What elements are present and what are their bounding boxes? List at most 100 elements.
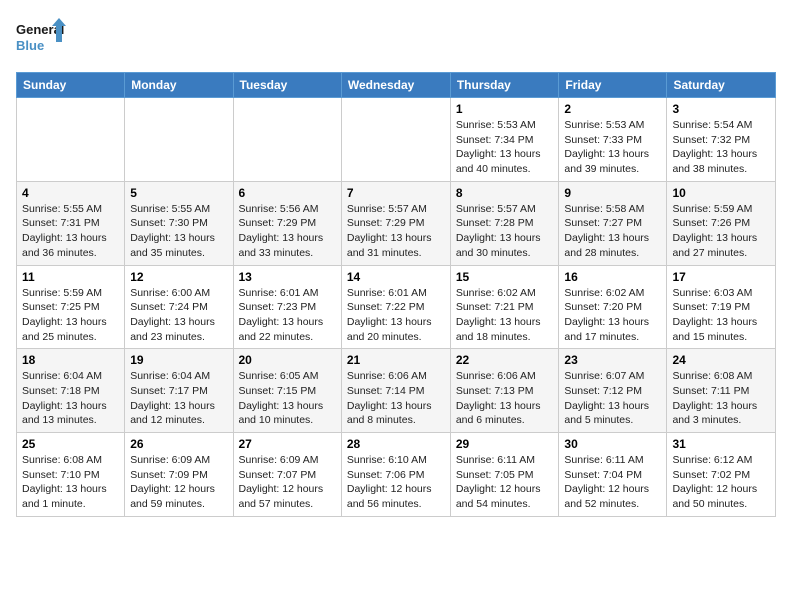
calendar-cell: 3 Sunrise: 5:54 AM Sunset: 7:32 PM Daylig… [667,98,776,182]
calendar-week-4: 18 Sunrise: 6:04 AM Sunset: 7:18 PM Dayli… [17,349,776,433]
day-info: Sunrise: 5:53 AM Sunset: 7:33 PM Dayligh… [564,118,661,177]
day-info: Sunrise: 5:56 AM Sunset: 7:29 PM Dayligh… [239,202,336,261]
day-number: 3 [672,102,770,116]
calendar-cell: 2 Sunrise: 5:53 AM Sunset: 7:33 PM Daylig… [559,98,667,182]
calendar-cell: 21Sunrise: 6:06 AM Sunset: 7:14 PM Dayli… [341,349,450,433]
calendar-cell: 18 Sunrise: 6:04 AM Sunset: 7:18 PM Dayli… [17,349,125,433]
day-info: Sunrise: 6:02 AM Sunset: 7:21 PM Dayligh… [456,286,554,345]
day-info: Sunrise: 6:09 AM Sunset: 7:07 PM Dayligh… [239,453,336,512]
column-header-thursday: Thursday [450,73,559,98]
day-number: 5 [130,186,227,200]
calendar-cell: 6Sunrise: 5:56 AM Sunset: 7:29 PM Daylig… [233,181,341,265]
calendar-cell: 13 Sunrise: 6:01 AM Sunset: 7:23 PM Dayli… [233,265,341,349]
day-info: Sunrise: 6:08 AM Sunset: 7:10 PM Dayligh… [22,453,119,512]
calendar-cell: 19 Sunrise: 6:04 AM Sunset: 7:17 PM Dayli… [125,349,233,433]
day-number: 24 [672,353,770,367]
day-info: Sunrise: 5:59 AM Sunset: 7:26 PM Dayligh… [672,202,770,261]
svg-text:Blue: Blue [16,38,44,53]
calendar-cell: 5Sunrise: 5:55 AM Sunset: 7:30 PM Daylig… [125,181,233,265]
calendar-cell: 15 Sunrise: 6:02 AM Sunset: 7:21 PM Dayli… [450,265,559,349]
day-number: 19 [130,353,227,367]
calendar-cell: 20 Sunrise: 6:05 AM Sunset: 7:15 PM Dayli… [233,349,341,433]
calendar-cell [17,98,125,182]
day-number: 9 [564,186,661,200]
day-info: Sunrise: 6:02 AM Sunset: 7:20 PM Dayligh… [564,286,661,345]
day-number: 15 [456,270,554,284]
calendar-cell: 17Sunrise: 6:03 AM Sunset: 7:19 PM Dayli… [667,265,776,349]
day-number: 21 [347,353,445,367]
day-info: Sunrise: 6:07 AM Sunset: 7:12 PM Dayligh… [564,369,661,428]
day-number: 26 [130,437,227,451]
day-number: 28 [347,437,445,451]
day-number: 2 [564,102,661,116]
day-number: 14 [347,270,445,284]
column-header-sunday: Sunday [17,73,125,98]
calendar-cell: 27 Sunrise: 6:09 AM Sunset: 7:07 PM Dayli… [233,433,341,517]
calendar-cell [233,98,341,182]
calendar-week-2: 4 Sunrise: 5:55 AM Sunset: 7:31 PM Daylig… [17,181,776,265]
calendar-cell: 1 Sunrise: 5:53 AM Sunset: 7:34 PM Daylig… [450,98,559,182]
day-number: 12 [130,270,227,284]
calendar-header-row: SundayMondayTuesdayWednesdayThursdayFrid… [17,73,776,98]
day-info: Sunrise: 6:04 AM Sunset: 7:18 PM Dayligh… [22,369,119,428]
calendar-cell: 28 Sunrise: 6:10 AM Sunset: 7:06 PM Dayli… [341,433,450,517]
day-info: Sunrise: 6:12 AM Sunset: 7:02 PM Dayligh… [672,453,770,512]
day-info: Sunrise: 5:59 AM Sunset: 7:25 PM Dayligh… [22,286,119,345]
day-number: 31 [672,437,770,451]
logo-svg: General Blue [16,16,66,60]
day-info: Sunrise: 5:54 AM Sunset: 7:32 PM Dayligh… [672,118,770,177]
calendar-cell: 30 Sunrise: 6:11 AM Sunset: 7:04 PM Dayli… [559,433,667,517]
column-header-wednesday: Wednesday [341,73,450,98]
page-header: General Blue [16,16,776,60]
calendar-week-1: 1 Sunrise: 5:53 AM Sunset: 7:34 PM Daylig… [17,98,776,182]
day-info: Sunrise: 6:01 AM Sunset: 7:22 PM Dayligh… [347,286,445,345]
day-info: Sunrise: 6:11 AM Sunset: 7:05 PM Dayligh… [456,453,554,512]
day-number: 25 [22,437,119,451]
logo: General Blue [16,16,66,60]
calendar-cell: 31 Sunrise: 6:12 AM Sunset: 7:02 PM Dayli… [667,433,776,517]
calendar-cell: 4 Sunrise: 5:55 AM Sunset: 7:31 PM Daylig… [17,181,125,265]
calendar-cell [125,98,233,182]
calendar-cell [341,98,450,182]
day-number: 18 [22,353,119,367]
day-number: 20 [239,353,336,367]
day-number: 17 [672,270,770,284]
day-info: Sunrise: 5:53 AM Sunset: 7:34 PM Dayligh… [456,118,554,177]
calendar-cell: 16 Sunrise: 6:02 AM Sunset: 7:20 PM Dayli… [559,265,667,349]
calendar-week-5: 25 Sunrise: 6:08 AM Sunset: 7:10 PM Dayli… [17,433,776,517]
day-info: Sunrise: 6:06 AM Sunset: 7:13 PM Dayligh… [456,369,554,428]
calendar-cell: 24 Sunrise: 6:08 AM Sunset: 7:11 PM Dayli… [667,349,776,433]
day-number: 13 [239,270,336,284]
calendar-cell: 11Sunrise: 5:59 AM Sunset: 7:25 PM Dayli… [17,265,125,349]
day-info: Sunrise: 6:08 AM Sunset: 7:11 PM Dayligh… [672,369,770,428]
column-header-saturday: Saturday [667,73,776,98]
column-header-friday: Friday [559,73,667,98]
day-number: 16 [564,270,661,284]
day-number: 7 [347,186,445,200]
day-number: 27 [239,437,336,451]
day-info: Sunrise: 5:55 AM Sunset: 7:31 PM Dayligh… [22,202,119,261]
day-info: Sunrise: 6:00 AM Sunset: 7:24 PM Dayligh… [130,286,227,345]
day-info: Sunrise: 6:05 AM Sunset: 7:15 PM Dayligh… [239,369,336,428]
day-info: Sunrise: 6:10 AM Sunset: 7:06 PM Dayligh… [347,453,445,512]
day-info: Sunrise: 6:11 AM Sunset: 7:04 PM Dayligh… [564,453,661,512]
calendar-cell: 8Sunrise: 5:57 AM Sunset: 7:28 PM Daylig… [450,181,559,265]
day-info: Sunrise: 6:04 AM Sunset: 7:17 PM Dayligh… [130,369,227,428]
calendar-cell: 23 Sunrise: 6:07 AM Sunset: 7:12 PM Dayli… [559,349,667,433]
calendar-cell: 25 Sunrise: 6:08 AM Sunset: 7:10 PM Dayli… [17,433,125,517]
day-info: Sunrise: 6:01 AM Sunset: 7:23 PM Dayligh… [239,286,336,345]
day-number: 30 [564,437,661,451]
day-number: 1 [456,102,554,116]
calendar-cell: 10 Sunrise: 5:59 AM Sunset: 7:26 PM Dayli… [667,181,776,265]
day-number: 10 [672,186,770,200]
calendar-cell: 29Sunrise: 6:11 AM Sunset: 7:05 PM Dayli… [450,433,559,517]
day-number: 23 [564,353,661,367]
calendar-table: SundayMondayTuesdayWednesdayThursdayFrid… [16,72,776,517]
day-number: 4 [22,186,119,200]
calendar-cell: 12 Sunrise: 6:00 AM Sunset: 7:24 PM Dayli… [125,265,233,349]
calendar-cell: 9 Sunrise: 5:58 AM Sunset: 7:27 PM Daylig… [559,181,667,265]
day-info: Sunrise: 6:09 AM Sunset: 7:09 PM Dayligh… [130,453,227,512]
day-info: Sunrise: 5:58 AM Sunset: 7:27 PM Dayligh… [564,202,661,261]
column-header-tuesday: Tuesday [233,73,341,98]
calendar-cell: 14 Sunrise: 6:01 AM Sunset: 7:22 PM Dayli… [341,265,450,349]
